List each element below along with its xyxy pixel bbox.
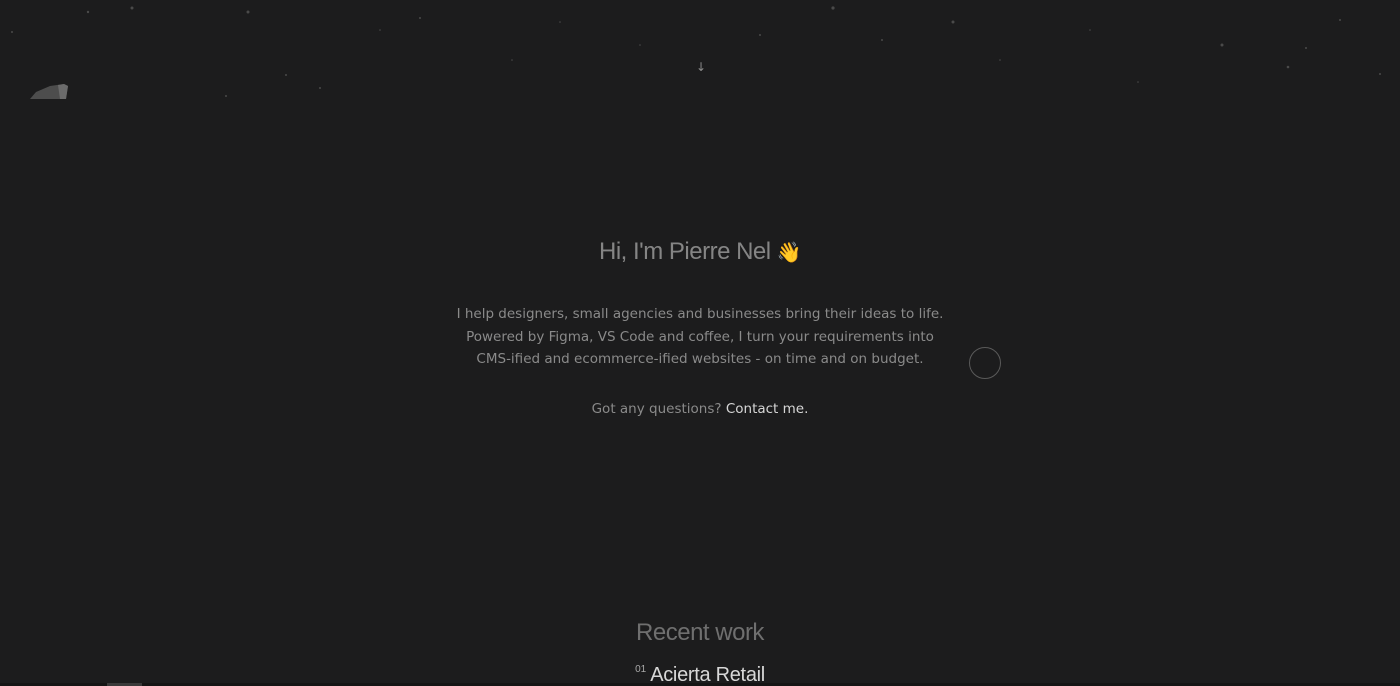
starfield-background bbox=[11, 6, 1381, 97]
contact-prefix: Got any questions? bbox=[591, 401, 722, 417]
arrow-down-icon[interactable]: ↓ bbox=[696, 60, 706, 74]
contact-link[interactable]: Contact me. bbox=[726, 401, 809, 417]
recent-work-title: Recent work bbox=[636, 619, 764, 646]
hero-title: Hi, I'm Pierre Nel 👋 bbox=[0, 238, 1400, 266]
work-item-number: 01 bbox=[635, 664, 647, 675]
contact-line: Got any questions? Contact me. bbox=[0, 401, 1400, 417]
hero-title-text: Hi, I'm Pierre Nel bbox=[598, 238, 771, 265]
cursor-follower-circle bbox=[969, 347, 1001, 379]
waving-hand-icon: 👋 bbox=[776, 240, 802, 264]
intro-paragraph: I help designers, small agencies and bus… bbox=[456, 306, 944, 367]
mountain-logo-icon[interactable] bbox=[30, 82, 70, 102]
